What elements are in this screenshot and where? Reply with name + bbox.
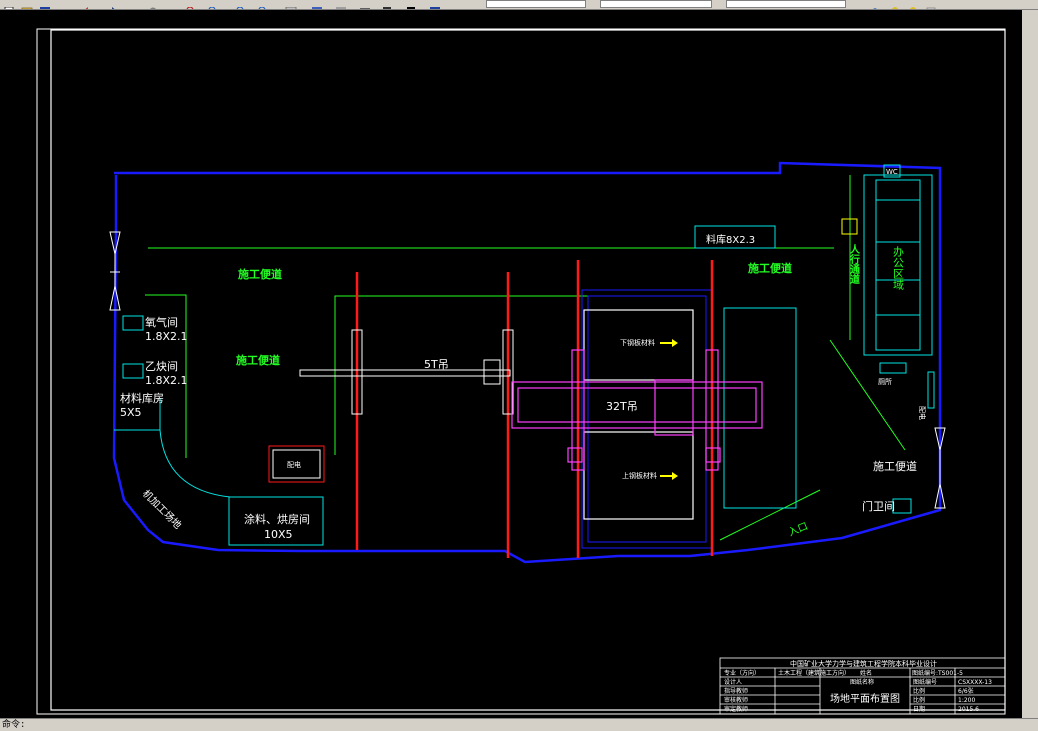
- command-prompt: 命令:: [2, 720, 26, 730]
- title-r1c3: 姓名: [860, 669, 872, 677]
- title-r1c2: 土木工程（建筑施工方向）: [778, 669, 850, 677]
- zoom-realtime-icon[interactable]: [184, 0, 198, 9]
- office-label: 办公区域: [892, 246, 905, 290]
- title-r5c1: 审定教师: [724, 705, 748, 713]
- side-label: 配电: [918, 406, 927, 420]
- crane-5t: [299, 329, 514, 415]
- acetylene-room-size: 1.8X2.1: [145, 374, 188, 387]
- crane-5t-label: 5T吊: [424, 358, 449, 371]
- design-center-icon[interactable]: [284, 0, 298, 9]
- paint-room-label: 涂料、烘房间: [244, 512, 310, 526]
- title-r4c1: 审核教师: [724, 696, 748, 704]
- arrow-upper: [660, 339, 678, 347]
- material-store-size: 5X5: [120, 406, 142, 419]
- tool-palettes-icon[interactable]: [310, 0, 324, 9]
- title-r2c4: 图纸编号: [913, 678, 937, 686]
- zoom-previous-icon[interactable]: [234, 0, 248, 9]
- markup-icon[interactable]: [358, 0, 372, 9]
- layer-lock-icon[interactable]: [924, 0, 938, 9]
- sheet-set-icon[interactable]: [334, 0, 348, 9]
- new-icon[interactable]: [2, 0, 16, 9]
- title-r3c3: 比例: [913, 687, 925, 695]
- open-icon[interactable]: [20, 0, 34, 9]
- title-r2c3: 图纸名称: [850, 678, 874, 686]
- outer-frame: [36, 28, 1006, 715]
- redo-icon[interactable]: [106, 0, 120, 9]
- undo-icon[interactable]: [80, 0, 94, 9]
- command-line[interactable]: 命令:: [0, 718, 1038, 731]
- title-r5c3: 日期: [913, 705, 925, 713]
- paint-room-size: 10X5: [264, 528, 293, 541]
- zoom-window-icon[interactable]: [206, 0, 220, 9]
- title-school: 中国矿业大学力学与建筑工程学院本科毕业设计: [790, 659, 937, 668]
- text-style-combo[interactable]: [486, 0, 586, 8]
- road-label-bottom-right: 施工便道: [873, 459, 917, 473]
- steel-upper-label: 下钢板材料: [620, 338, 655, 347]
- title-r1c1: 专业（方向）: [724, 669, 760, 677]
- steel-lower-label: 上钢板材料: [622, 471, 657, 480]
- calculator-icon[interactable]: [380, 0, 394, 9]
- title-r4c4: 1:200: [958, 697, 975, 704]
- inner-frame: [50, 29, 1006, 711]
- save-icon[interactable]: [38, 0, 52, 9]
- dim-style-combo[interactable]: [600, 0, 712, 8]
- lightbulb-icon[interactable]: [906, 0, 920, 9]
- pedestrian-path-label: 人行通道: [848, 243, 861, 285]
- question-icon[interactable]: [428, 0, 442, 9]
- oxygen-room-label: 氧气间: [145, 315, 178, 329]
- oxygen-room-size: 1.8X2.1: [145, 330, 188, 343]
- layer-icon[interactable]: [868, 0, 882, 9]
- road-label-mid-left: 施工便道: [236, 353, 280, 367]
- top-right-tag: WC: [886, 168, 898, 176]
- title-r3c1: 指导教师: [724, 687, 748, 695]
- material-shed-label: 料库8X2.3: [706, 233, 755, 246]
- print-icon[interactable]: [56, 0, 70, 8]
- title-drawing-title: 场地平面布置图: [830, 692, 900, 705]
- material-store-label: 材料库房: [120, 391, 164, 405]
- crane-32t-label: 32T吊: [606, 400, 638, 413]
- crane-rails: [355, 260, 714, 558]
- road-label-top-right: 施工便道: [748, 261, 792, 275]
- title-r4c3: 比例: [913, 696, 925, 704]
- vertical-scrollbar[interactable]: [1022, 10, 1038, 718]
- title-r1c4: 图纸编号:TS001-5: [912, 669, 963, 677]
- title-r2c5: CSXXXX-13: [958, 679, 992, 686]
- arrow-lower: [660, 472, 678, 480]
- properties-icon[interactable]: [256, 0, 270, 9]
- road-label-top-left: 施工便道: [238, 267, 282, 281]
- small-label-right: 厕所: [878, 377, 892, 386]
- title-r2c1: 设计人: [724, 678, 742, 686]
- layer-state-icon[interactable]: [888, 0, 902, 9]
- drawing-canvas[interactable]: 施工便道 施工便道 施工便道 施工便道 氧气间 1.8X2.1 乙炔间 1.8X…: [0, 10, 1022, 718]
- small-box-label: 配电: [287, 460, 301, 469]
- pan-icon[interactable]: [146, 0, 160, 9]
- acetylene-room-label: 乙炔间: [145, 360, 178, 373]
- toolbar: [0, 0, 1038, 10]
- title-r3c4: 6/6张: [958, 687, 974, 695]
- entrance-label: 入口: [787, 521, 810, 539]
- help-icon[interactable]: [404, 0, 418, 9]
- title-r5c4: 2015.6: [958, 706, 979, 713]
- guard-room-label: 门卫间: [862, 499, 895, 513]
- machining-area-label: 机加工场地: [140, 487, 185, 532]
- table-style-combo[interactable]: [726, 0, 846, 8]
